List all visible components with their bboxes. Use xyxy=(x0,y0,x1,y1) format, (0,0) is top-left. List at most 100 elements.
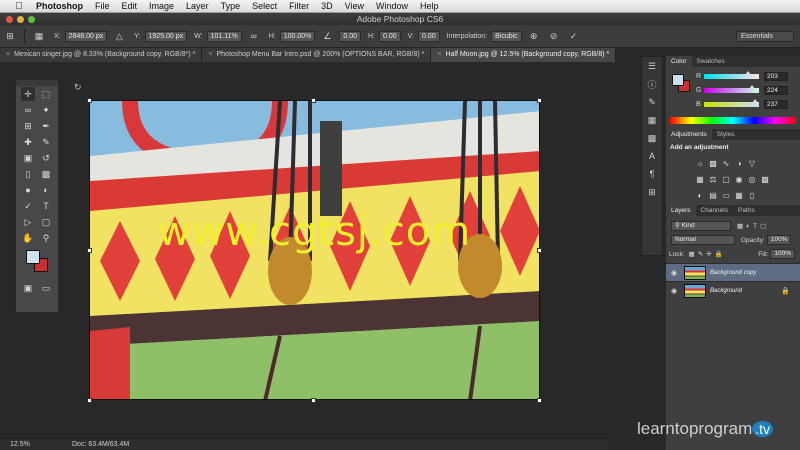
menu-filter[interactable]: Filter xyxy=(283,1,315,11)
menu-edit[interactable]: Edit xyxy=(116,1,144,11)
photo-filter-icon[interactable]: ◉ xyxy=(733,174,745,184)
move-tool-icon[interactable]: ✛ xyxy=(21,87,35,101)
healing-brush-tool-icon[interactable]: ✚ xyxy=(21,135,35,149)
posterize-icon[interactable]: ▤ xyxy=(707,190,719,200)
menu-layer[interactable]: Layer xyxy=(180,1,215,11)
close-tab-icon[interactable]: × xyxy=(6,48,10,62)
apple-icon[interactable]:  xyxy=(12,1,26,12)
black-white-icon[interactable]: ▢ xyxy=(720,174,732,184)
path-selection-tool-icon[interactable]: ▷ xyxy=(21,215,35,229)
transform-tool-icon[interactable]: ⊞ xyxy=(3,29,17,43)
workspace-select[interactable]: Essentials xyxy=(736,31,794,42)
blue-value-field[interactable]: 237 xyxy=(764,99,788,109)
opacity-field[interactable]: 100% xyxy=(766,235,792,245)
brush-tool-icon[interactable]: ✎ xyxy=(39,135,53,149)
green-slider-knob[interactable] xyxy=(749,84,756,89)
eraser-tool-icon[interactable]: ▯ xyxy=(21,167,35,181)
transform-handle-mr[interactable] xyxy=(537,248,542,253)
tab-half-moon[interactable]: × Half Moon.jpg @ 12.5% (Background copy… xyxy=(431,48,617,62)
x-position-field[interactable]: 2848.00 px xyxy=(64,30,108,42)
visibility-eye-icon[interactable]: ◉ xyxy=(666,269,682,277)
eyedropper-tool-icon[interactable]: ✒ xyxy=(39,119,53,133)
tab-menu-bar-intro[interactable]: × Photoshop Menu Bar Intro.psd @ 200% (O… xyxy=(202,48,432,62)
tab-swatches[interactable]: Swatches xyxy=(692,56,730,67)
hue-saturation-icon[interactable]: ▦ xyxy=(694,174,706,184)
transform-handle-bm[interactable] xyxy=(311,398,316,403)
tab-layers[interactable]: Layers xyxy=(666,205,696,216)
tab-adjustments[interactable]: Adjustments xyxy=(666,129,712,140)
layer-filter-select[interactable]: ⚲ Kind xyxy=(671,221,731,231)
channel-mixer-icon[interactable]: ◎ xyxy=(746,174,758,184)
visibility-eye-icon[interactable]: ◉ xyxy=(666,287,682,295)
height-field[interactable]: 100.00% xyxy=(279,30,316,42)
reference-point-icon[interactable]: ▦ xyxy=(32,29,46,43)
pen-tool-icon[interactable]: ✓ xyxy=(21,199,35,213)
red-slider[interactable] xyxy=(704,70,759,79)
quick-select-tool-icon[interactable]: ✦ xyxy=(39,103,53,117)
v-skew-field[interactable]: 0.00 xyxy=(417,30,440,42)
menu-select[interactable]: Select xyxy=(246,1,283,11)
y-position-field[interactable]: 1925.00 px xyxy=(144,30,188,42)
menu-view[interactable]: View xyxy=(339,1,370,11)
swatch-icon[interactable]: ▩ xyxy=(642,129,662,147)
history-icon[interactable]: ☰ xyxy=(642,57,662,75)
lock-position-icon[interactable]: ✛ xyxy=(706,250,711,258)
lock-transparent-icon[interactable]: ▦ xyxy=(689,250,695,258)
transform-handle-ml[interactable] xyxy=(87,248,92,253)
menu-file[interactable]: File xyxy=(89,1,116,11)
menu-window[interactable]: Window xyxy=(370,1,414,11)
close-tab-icon[interactable]: × xyxy=(208,48,212,62)
blue-slider-knob[interactable] xyxy=(752,98,759,103)
interpolation-select[interactable]: Bicubic xyxy=(491,30,522,42)
document-canvas[interactable]: www.cgtsj.com xyxy=(89,100,540,400)
screen-mode-icon[interactable]: ▭ xyxy=(39,281,53,295)
lock-image-icon[interactable]: ✎ xyxy=(698,250,703,258)
cancel-transform-icon[interactable]: ⊘ xyxy=(547,29,561,43)
menu-image[interactable]: Image xyxy=(143,1,180,11)
green-slider[interactable] xyxy=(704,84,759,93)
character-icon[interactable]: A xyxy=(642,147,662,165)
close-tab-icon[interactable]: × xyxy=(437,48,441,62)
blend-mode-select[interactable]: Normal xyxy=(671,235,735,245)
dodge-tool-icon[interactable]: ◐ xyxy=(39,183,53,197)
paragraph-icon[interactable]: ¶ xyxy=(642,165,662,183)
zoom-tool-icon[interactable]: ⚲ xyxy=(39,231,53,245)
transform-handle-br[interactable] xyxy=(537,398,542,403)
filter-pixel-icon[interactable]: ▩ xyxy=(737,222,743,230)
zoom-window-button[interactable] xyxy=(28,16,35,23)
red-slider-knob[interactable] xyxy=(744,70,751,75)
threshold-icon[interactable]: ▭ xyxy=(720,190,732,200)
tab-styles[interactable]: Styles xyxy=(712,129,740,140)
triangle-icon[interactable]: △ xyxy=(112,29,126,43)
filter-shape-icon[interactable]: ▢ xyxy=(760,222,766,230)
lasso-tool-icon[interactable]: ∞ xyxy=(21,103,35,117)
curves-icon[interactable]: ∿ xyxy=(720,158,732,168)
menu-type[interactable]: Type xyxy=(215,1,247,11)
transform-handle-tr[interactable] xyxy=(537,98,542,103)
tool-presets-icon[interactable]: ⊞ xyxy=(642,183,662,201)
panel-fg-swatch[interactable] xyxy=(672,74,684,86)
color-balance-icon[interactable]: ⚖ xyxy=(707,174,719,184)
quick-mask-icon[interactable]: ▣ xyxy=(21,281,35,295)
rectangle-tool-icon[interactable]: ▢ xyxy=(39,215,53,229)
brightness-contrast-icon[interactable]: ☼ xyxy=(694,158,706,168)
properties-icon[interactable]: ▦ xyxy=(642,111,662,129)
invert-icon[interactable]: ◐ xyxy=(694,190,706,200)
vibrance-icon[interactable]: ▽ xyxy=(746,158,758,168)
angle-field[interactable]: 0.00 xyxy=(339,30,361,42)
transform-handle-bl[interactable] xyxy=(87,398,92,403)
fill-field[interactable]: 100% xyxy=(770,249,795,259)
tab-color[interactable]: Color xyxy=(666,56,692,67)
green-value-field[interactable]: 224 xyxy=(764,85,788,95)
info-icon[interactable]: ⓘ xyxy=(642,75,662,93)
levels-icon[interactable]: ▩ xyxy=(707,158,719,168)
color-lookup-icon[interactable]: ▩ xyxy=(759,174,771,184)
h-skew-field[interactable]: 0.00 xyxy=(379,30,401,42)
filter-adjust-icon[interactable]: ◐ xyxy=(746,223,750,230)
app-menu[interactable]: Photoshop xyxy=(26,1,89,11)
link-icon[interactable]: ∞ xyxy=(247,29,261,43)
tab-mexican-singer[interactable]: × Mexican singer.jpg @ 8.33% (Background… xyxy=(0,48,203,62)
marquee-tool-icon[interactable]: ⬚ xyxy=(39,87,53,101)
transform-handle-tl[interactable] xyxy=(87,98,92,103)
tab-paths[interactable]: Paths xyxy=(733,205,760,216)
